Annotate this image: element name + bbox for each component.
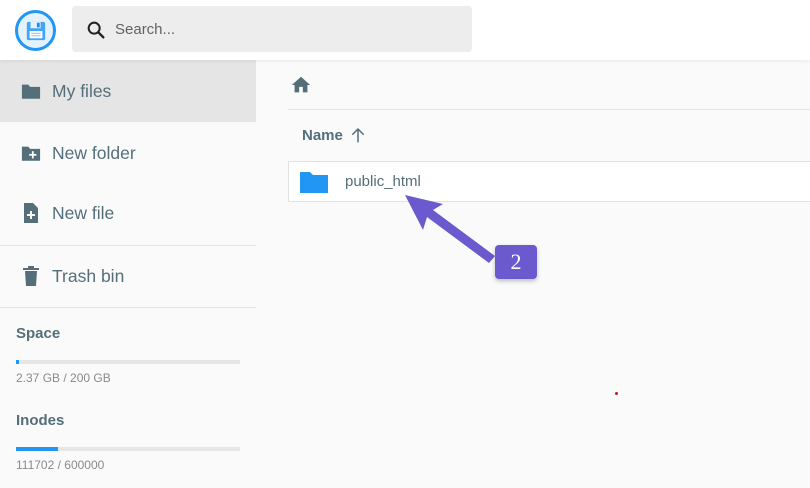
list-item[interactable]: public_html (288, 161, 810, 202)
arrow-up-icon (351, 128, 364, 143)
space-progress-bar (16, 360, 240, 364)
search-input[interactable] (115, 6, 455, 52)
sidebar: My files New folder New file Trash bin S… (0, 60, 256, 488)
home-icon[interactable] (290, 74, 312, 96)
file-name: public_html (345, 173, 421, 190)
divider (288, 109, 810, 110)
sidebar-item-trash-bin[interactable]: Trash bin (0, 245, 256, 307)
sidebar-item-label: New folder (52, 142, 136, 163)
space-title: Space (16, 325, 61, 342)
sidebar-item-new-folder[interactable]: New folder (0, 122, 256, 184)
new-folder-icon (20, 142, 42, 164)
search-icon[interactable] (85, 19, 107, 41)
sidebar-item-label: Trash bin (52, 265, 125, 286)
inodes-progress-fill (16, 447, 58, 451)
search-bar (72, 6, 472, 52)
sidebar-item-label: New file (52, 202, 115, 223)
inodes-usage: 111702 / 600000 (16, 458, 105, 472)
header (0, 0, 810, 60)
folder-icon (300, 172, 328, 193)
folder-icon (20, 80, 42, 102)
sidebar-item-my-files[interactable]: My files (0, 60, 256, 122)
trash-icon (20, 265, 42, 287)
annotation-arrow (405, 195, 495, 263)
space-usage: 2.37 GB / 200 GB (16, 371, 111, 385)
app-logo[interactable] (15, 10, 56, 51)
divider (0, 307, 256, 308)
column-header-name: Name (302, 126, 343, 144)
sort-by-name[interactable]: Name (302, 126, 367, 144)
step-badge: 2 (495, 245, 537, 279)
sidebar-item-new-file[interactable]: New file (0, 182, 256, 244)
stray-dot (615, 392, 618, 395)
inodes-progress-bar (16, 447, 240, 451)
inodes-title: Inodes (16, 412, 65, 429)
space-progress-fill (16, 360, 19, 364)
floppy-disk-icon (26, 21, 45, 40)
new-file-icon (20, 202, 42, 224)
sidebar-item-label: My files (52, 80, 112, 101)
